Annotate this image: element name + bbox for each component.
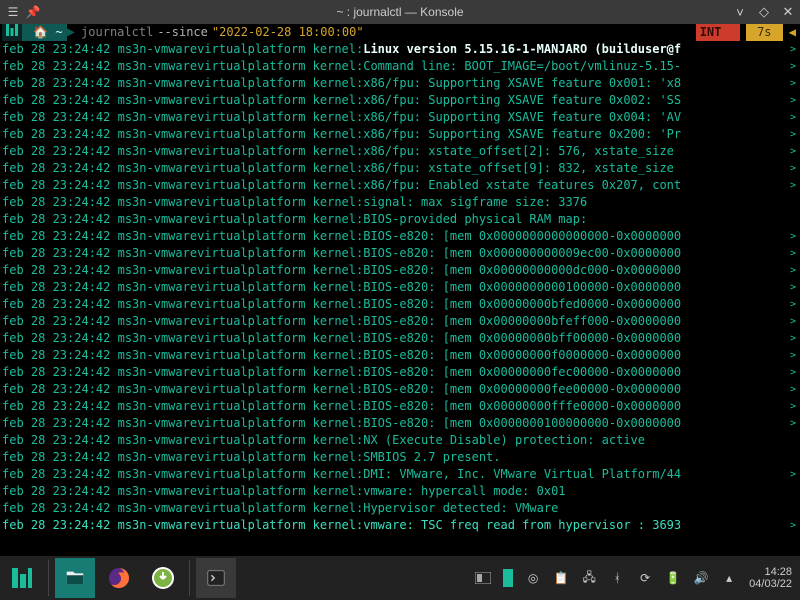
tray-expand-icon[interactable]: ▴ <box>721 570 737 586</box>
downloads-launcher[interactable] <box>143 558 183 598</box>
log-line: feb 28 23:24:42 ms3n-vmwarevirtualplatfo… <box>2 126 798 143</box>
log-line: feb 28 23:24:42 ms3n-vmwarevirtualplatfo… <box>2 160 798 177</box>
pin-icon[interactable]: 📌 <box>26 5 40 19</box>
desktop-switcher-icon[interactable] <box>475 570 491 586</box>
network-icon[interactable]: 🖧 <box>581 570 597 586</box>
workspace-icon[interactable] <box>503 569 513 587</box>
log-line: feb 28 23:24:42 ms3n-vmwarevirtualplatfo… <box>2 211 798 228</box>
clock[interactable]: 14:28 04/03/22 <box>749 566 792 590</box>
clock-date: 04/03/22 <box>749 578 792 590</box>
maximize-button[interactable]: ◇ <box>756 4 772 20</box>
taskbar-separator <box>189 560 190 596</box>
minimize-button[interactable]: ˅ <box>732 4 748 20</box>
firefox-launcher[interactable] <box>99 558 139 598</box>
log-line: feb 28 23:24:42 ms3n-vmwarevirtualplatfo… <box>2 177 798 194</box>
close-button[interactable]: ✕ <box>780 4 796 20</box>
prompt-line: 🏠 ~ ▶ journalctl --since "2022-02-28 18:… <box>2 24 798 41</box>
log-line: feb 28 23:24:42 ms3n-vmwarevirtualplatfo… <box>2 347 798 364</box>
command-name: journalctl <box>81 24 153 41</box>
log-line: feb 28 23:24:42 ms3n-vmwarevirtualplatfo… <box>2 500 798 517</box>
log-line: feb 28 23:24:42 ms3n-vmwarevirtualplatfo… <box>2 381 798 398</box>
prompt-arrow-icon: ▶ <box>67 24 75 41</box>
log-line: feb 28 23:24:42 ms3n-vmwarevirtualplatfo… <box>2 245 798 262</box>
status-elapsed-badge: 7s <box>746 24 783 41</box>
log-line: feb 28 23:24:42 ms3n-vmwarevirtualplatfo… <box>2 449 798 466</box>
window-title: ~ : journalctl — Konsole <box>336 5 463 19</box>
manjaro-icon <box>2 24 22 41</box>
status-int-badge: INT ✘ <box>696 24 740 41</box>
log-line: feb 28 23:24:42 ms3n-vmwarevirtualplatfo… <box>2 483 798 500</box>
clipboard-icon[interactable]: 📋 <box>553 570 569 586</box>
command-arg: "2022-02-28 18:00:00" <box>212 24 364 41</box>
log-line: feb 28 23:24:42 ms3n-vmwarevirtualplatfo… <box>2 194 798 211</box>
log-line: feb 28 23:24:42 ms3n-vmwarevirtualplatfo… <box>2 279 798 296</box>
log-line: feb 28 23:24:42 ms3n-vmwarevirtualplatfo… <box>2 517 798 534</box>
log-line: feb 28 23:24:42 ms3n-vmwarevirtualplatfo… <box>2 432 798 449</box>
log-line: feb 28 23:24:42 ms3n-vmwarevirtualplatfo… <box>2 398 798 415</box>
log-line: feb 28 23:24:42 ms3n-vmwarevirtualplatfo… <box>2 313 798 330</box>
system-tray: ◎ 📋 🖧 ᚼ ⟳ 🔋 🔊 ▴ 14:28 04/03/22 <box>475 566 800 590</box>
file-manager-launcher[interactable] <box>55 558 95 598</box>
taskbar-separator <box>48 560 49 596</box>
window-titlebar: ☰ 📌 ~ : journalctl — Konsole ˅ ◇ ✕ <box>0 0 800 24</box>
prompt-cwd: 🏠 ~ <box>22 24 67 41</box>
bluetooth-icon[interactable]: ᚼ <box>609 570 625 586</box>
konsole-task[interactable] <box>196 558 236 598</box>
time-arrow-icon: ◀ <box>789 24 796 41</box>
command-flag: --since <box>157 24 208 41</box>
start-menu-button[interactable] <box>2 558 42 598</box>
taskbar: ◎ 📋 🖧 ᚼ ⟳ 🔋 🔊 ▴ 14:28 04/03/22 <box>0 556 800 600</box>
terminal-output[interactable]: 🏠 ~ ▶ journalctl --since "2022-02-28 18:… <box>0 24 800 556</box>
log-line: feb 28 23:24:42 ms3n-vmwarevirtualplatfo… <box>2 415 798 432</box>
log-line: feb 28 23:24:42 ms3n-vmwarevirtualplatfo… <box>2 41 798 58</box>
log-line: feb 28 23:24:42 ms3n-vmwarevirtualplatfo… <box>2 466 798 483</box>
log-line: feb 28 23:24:42 ms3n-vmwarevirtualplatfo… <box>2 109 798 126</box>
log-line: feb 28 23:24:42 ms3n-vmwarevirtualplatfo… <box>2 296 798 313</box>
clock-time: 14:28 <box>749 566 792 578</box>
log-line: feb 28 23:24:42 ms3n-vmwarevirtualplatfo… <box>2 330 798 347</box>
volume-icon[interactable]: 🔊 <box>693 570 709 586</box>
log-line: feb 28 23:24:42 ms3n-vmwarevirtualplatfo… <box>2 58 798 75</box>
battery-icon[interactable]: 🔋 <box>665 570 681 586</box>
log-line: feb 28 23:24:42 ms3n-vmwarevirtualplatfo… <box>2 143 798 160</box>
log-line: feb 28 23:24:42 ms3n-vmwarevirtualplatfo… <box>2 262 798 279</box>
log-line: feb 28 23:24:42 ms3n-vmwarevirtualplatfo… <box>2 92 798 109</box>
log-line: feb 28 23:24:42 ms3n-vmwarevirtualplatfo… <box>2 228 798 245</box>
log-line: feb 28 23:24:42 ms3n-vmwarevirtualplatfo… <box>2 75 798 92</box>
updates-icon[interactable]: ⟳ <box>637 570 653 586</box>
tray-icon[interactable]: ◎ <box>525 570 541 586</box>
log-line: feb 28 23:24:42 ms3n-vmwarevirtualplatfo… <box>2 364 798 381</box>
app-menu-icon[interactable]: ☰ <box>6 5 20 19</box>
